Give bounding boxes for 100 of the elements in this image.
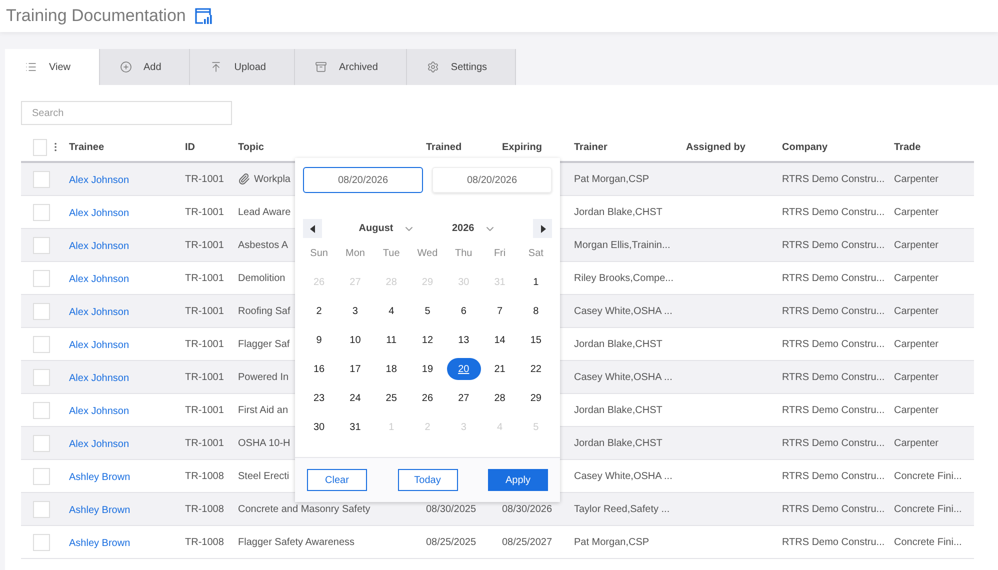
row-checkbox[interactable] bbox=[33, 204, 50, 220]
table-cell: RTRS Demo Constru... bbox=[782, 536, 885, 548]
calendar-day[interactable]: 1 bbox=[518, 271, 553, 293]
column-header[interactable]: Assigned by bbox=[678, 142, 774, 152]
calendar-day[interactable]: 3 bbox=[338, 300, 372, 322]
table-cell: TR-1001 bbox=[185, 206, 224, 218]
table-cell: TR-1008 bbox=[185, 470, 224, 482]
calendar-day[interactable]: 26 bbox=[410, 387, 444, 409]
table-cell: 08/30/2025 bbox=[426, 504, 476, 514]
row-checkbox[interactable] bbox=[33, 270, 50, 286]
calendar-day[interactable]: 18 bbox=[374, 358, 408, 380]
previous-month-button[interactable] bbox=[303, 219, 322, 238]
trainee-link[interactable]: Alex Johnson bbox=[69, 373, 130, 384]
table-cell: RTRS Demo Constru... bbox=[782, 470, 885, 482]
trainee-link[interactable]: Ashley Brown bbox=[69, 538, 130, 549]
row-checkbox[interactable] bbox=[33, 500, 50, 518]
row-checkbox[interactable] bbox=[33, 236, 50, 254]
weekday-label: Fri bbox=[494, 248, 506, 261]
apply-button[interactable]: Apply bbox=[488, 469, 548, 491]
row-checkbox[interactable] bbox=[33, 302, 50, 320]
table-cell: Taylor Reed,Safety ... bbox=[574, 504, 670, 514]
row-checkbox[interactable] bbox=[33, 170, 50, 188]
calendar-day[interactable]: 13 bbox=[446, 329, 481, 351]
column-header[interactable]: Company bbox=[774, 142, 886, 152]
end-date-field[interactable]: 08/20/2026 bbox=[432, 167, 552, 193]
calendar-day[interactable]: 23 bbox=[302, 387, 336, 409]
table-cell: Pat Morgan,CSP bbox=[574, 174, 650, 184]
column-header[interactable]: Expiring bbox=[494, 142, 566, 152]
calendar-day[interactable]: 28 bbox=[482, 387, 517, 409]
calendar-day[interactable]: 2 bbox=[302, 300, 336, 322]
row-checkbox[interactable] bbox=[33, 534, 50, 550]
column-header[interactable]: Trade bbox=[886, 142, 974, 152]
calendar-day[interactable]: 8 bbox=[518, 300, 553, 322]
calendar-day[interactable]: 20 bbox=[446, 358, 481, 380]
calendar-day[interactable]: 16 bbox=[302, 358, 336, 380]
calendar-day[interactable]: 4 bbox=[374, 300, 408, 322]
table-cell: Workpla bbox=[254, 174, 290, 184]
calendar-day[interactable]: 24 bbox=[338, 387, 372, 409]
calendar-day[interactable]: 7 bbox=[482, 300, 517, 322]
report-icon[interactable] bbox=[194, 7, 212, 25]
calendar-day[interactable]: 5 bbox=[410, 300, 444, 322]
trainee-link[interactable]: Alex Johnson bbox=[69, 406, 130, 417]
calendar-day[interactable]: 19 bbox=[410, 358, 444, 380]
column-header[interactable]: Trained bbox=[418, 142, 494, 152]
row-checkbox[interactable] bbox=[33, 402, 50, 418]
column-header[interactable]: Trainee bbox=[61, 142, 177, 152]
calendar-day[interactable]: 12 bbox=[410, 329, 444, 351]
month-select[interactable]: August bbox=[358, 222, 416, 234]
picker-button[interactable]: Today bbox=[398, 469, 458, 491]
start-date-field[interactable]: 08/20/2026 bbox=[303, 167, 423, 193]
tab[interactable]: View bbox=[5, 49, 100, 85]
tab[interactable]: Settings bbox=[406, 49, 516, 85]
trainee-link[interactable]: Alex Johnson bbox=[69, 439, 130, 450]
calendar-day[interactable]: 22 bbox=[518, 358, 553, 380]
table-cell: Casey White,OSHA ... bbox=[574, 306, 672, 316]
trainee-link[interactable]: Alex Johnson bbox=[69, 274, 130, 285]
year-select[interactable]: 2026 bbox=[452, 222, 496, 234]
trainee-link[interactable]: Ashley Brown bbox=[69, 505, 130, 516]
row-checkbox[interactable] bbox=[33, 336, 50, 352]
row-checkbox[interactable] bbox=[33, 368, 50, 386]
tab[interactable]: Upload bbox=[190, 49, 295, 85]
trainee-link[interactable]: Alex Johnson bbox=[69, 175, 130, 186]
row-checkbox[interactable] bbox=[33, 468, 50, 484]
table-cell: TR-1008 bbox=[185, 536, 224, 548]
calendar-day[interactable]: 27 bbox=[446, 387, 481, 409]
tab[interactable]: Add bbox=[100, 49, 190, 85]
row-checkbox[interactable] bbox=[33, 434, 50, 452]
trainee-link[interactable]: Alex Johnson bbox=[69, 340, 130, 351]
search-field[interactable]: Search bbox=[21, 101, 232, 125]
table-cell: TR-1008 bbox=[185, 504, 224, 514]
select-all-checkbox[interactable] bbox=[33, 138, 47, 156]
table-cell: Asbestos A bbox=[238, 240, 288, 250]
table-cell: Concrete and Masonry Safety bbox=[238, 504, 370, 514]
trainee-link[interactable]: Alex Johnson bbox=[69, 208, 130, 219]
trainee-link[interactable]: Alex Johnson bbox=[69, 241, 130, 252]
table-cell: Carpenter bbox=[894, 438, 938, 448]
tab[interactable]: Archived bbox=[295, 49, 407, 85]
column-header[interactable]: ID bbox=[177, 142, 230, 152]
paperclip-icon[interactable] bbox=[238, 173, 250, 185]
picker-button[interactable]: Clear bbox=[307, 469, 367, 491]
calendar-day[interactable]: 29 bbox=[518, 387, 553, 409]
calendar-day[interactable]: 31 bbox=[338, 416, 372, 438]
column-header[interactable]: Trainer bbox=[566, 142, 678, 152]
trainee-link[interactable]: Alex Johnson bbox=[69, 307, 130, 318]
left-triangle-icon bbox=[310, 224, 316, 232]
weekday-label: Mon bbox=[345, 248, 365, 261]
calendar-day[interactable]: 14 bbox=[482, 329, 517, 351]
column-header[interactable]: Topic bbox=[230, 142, 418, 152]
calendar-day[interactable]: 17 bbox=[338, 358, 372, 380]
calendar-day[interactable]: 21 bbox=[482, 358, 517, 380]
calendar-day[interactable]: 10 bbox=[338, 329, 372, 351]
calendar-day[interactable]: 30 bbox=[302, 416, 336, 438]
next-month-button[interactable] bbox=[533, 219, 552, 238]
calendar-day[interactable]: 11 bbox=[374, 329, 408, 351]
calendar-day[interactable]: 6 bbox=[446, 300, 481, 322]
calendar-day[interactable]: 9 bbox=[302, 329, 336, 351]
table-cell: Jordan Blake,CHST bbox=[574, 338, 662, 350]
calendar-day[interactable]: 25 bbox=[374, 387, 408, 409]
calendar-day[interactable]: 15 bbox=[518, 329, 553, 351]
trainee-link[interactable]: Ashley Brown bbox=[69, 472, 130, 483]
